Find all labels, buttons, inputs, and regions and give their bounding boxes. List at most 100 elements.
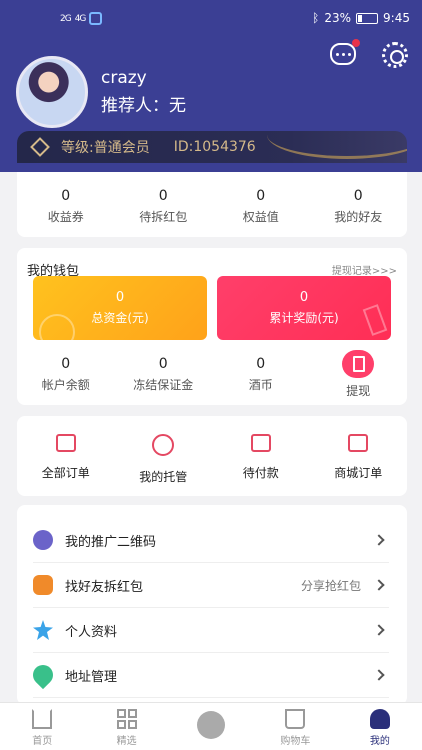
chevron-right-icon	[373, 579, 385, 591]
tab-center[interactable]	[169, 703, 253, 750]
frozen-deposit[interactable]: 0 冻结保证金	[115, 356, 213, 399]
chevron-right-icon	[373, 669, 385, 681]
menu-item-qr-code[interactable]: 我的推广二维码	[33, 518, 389, 563]
total-reward-tile[interactable]: 0 累计奖励(元)	[217, 276, 391, 340]
clock: 9:45	[383, 11, 410, 25]
my-custody-button[interactable]: 我的托管	[115, 416, 213, 496]
total-reward-value: 0	[299, 290, 309, 305]
stat-label: 我的好友	[334, 210, 383, 224]
wallet-card: 我的钱包 提现记录>>> 0 总资金(元) 0 累计奖励(元) 0 帐户余额 0…	[17, 248, 407, 405]
total-funds-value: 0	[115, 290, 125, 305]
account-balance[interactable]: 0 帐户余额	[17, 356, 115, 399]
all-orders-icon	[55, 434, 76, 452]
home-icon	[32, 709, 53, 729]
mall-order-icon	[348, 434, 369, 452]
stat-label: 收益券	[47, 210, 84, 224]
frozen-value: 0	[158, 356, 168, 372]
member-level-bar: 等级:普通会员 ID:1054376	[17, 131, 407, 163]
menu-item-address[interactable]: 地址管理	[28, 653, 389, 698]
chevron-right-icon	[373, 624, 385, 636]
tab-label: 精选	[116, 736, 137, 747]
pending-payment-button[interactable]: 待付款	[212, 416, 310, 496]
tab-home[interactable]: 首页	[0, 703, 84, 750]
bottom-tab-bar: 首页 精选 购物车 我的	[0, 702, 422, 750]
stat-equity[interactable]: 0 权益值	[212, 172, 310, 237]
chat-bubble-icon	[33, 575, 53, 595]
stat-pending-red-packets[interactable]: 0 待拆红包	[115, 172, 213, 237]
member-id: ID:1054376	[173, 139, 256, 155]
unread-dot	[352, 39, 360, 47]
tab-label: 我的	[369, 736, 390, 747]
grid-icon	[116, 709, 137, 729]
signal-2g: 2G	[60, 13, 72, 24]
user-icon	[369, 709, 390, 729]
battery-percent: 23%	[324, 11, 352, 25]
wine-coins-label: 酒币	[248, 378, 273, 392]
tab-cart[interactable]: 购物车	[253, 703, 337, 750]
status-right: ᛒ 23% 9:45	[312, 11, 410, 25]
stat-value: 0	[158, 188, 168, 204]
stat-value: 0	[61, 188, 71, 204]
stat-friends[interactable]: 0 我的好友	[310, 172, 408, 237]
pending-payment-icon	[250, 434, 271, 452]
member-level: 等级:普通会员	[61, 140, 150, 156]
all-orders-button[interactable]: 全部订单	[17, 416, 115, 496]
withdraw-icon	[342, 350, 375, 378]
stat-value: 0	[256, 188, 266, 204]
username: crazy	[101, 68, 147, 88]
menu-card: 我的推广二维码 找好友拆红包 分享抢红包 个人资料 地址管理	[17, 505, 407, 705]
message-icon[interactable]	[330, 43, 356, 65]
gold-swoosh-decoration	[267, 131, 407, 159]
stat-label: 待拆红包	[139, 210, 188, 224]
stat-income-coupons[interactable]: 0 收益券	[17, 172, 115, 237]
mall-orders-button[interactable]: 商城订单	[310, 416, 408, 496]
withdraw-button[interactable]: 提现	[310, 350, 408, 399]
profile-header: 2G 4G ᛒ 23% 9:45 crazy 推荐人：无 等级:普通会员 ID:…	[0, 0, 422, 172]
star-icon	[33, 620, 53, 640]
tab-label: 首页	[32, 736, 53, 747]
order-label: 商城订单	[334, 466, 383, 480]
balance-value: 0	[61, 356, 71, 372]
shopping-cart-icon	[285, 709, 306, 729]
diamond-icon	[30, 137, 50, 157]
order-label: 待付款	[242, 466, 279, 480]
menu-item-profile[interactable]: 个人资料	[33, 608, 389, 653]
location-pin-icon	[28, 660, 58, 690]
order-label: 我的托管	[139, 470, 188, 484]
tab-featured[interactable]: 精选	[84, 703, 168, 750]
total-funds-tile[interactable]: 0 总资金(元)	[33, 276, 207, 340]
referrer: 推荐人：无	[101, 96, 186, 116]
wallet-balances: 0 帐户余额 0 冻结保证金 0 酒币 提现	[17, 350, 408, 399]
status-left: 2G 4G	[60, 12, 103, 25]
gear-icon[interactable]	[382, 42, 408, 68]
status-bar: 2G 4G ᛒ 23% 9:45	[0, 0, 422, 38]
stat-value: 0	[353, 188, 363, 204]
signal-4g: 4G	[74, 13, 87, 24]
tab-label: 购物车	[280, 736, 311, 747]
battery-icon	[356, 12, 379, 24]
menu-extra: 分享抢红包	[300, 578, 361, 593]
stats-card: 0 收益券 0 待拆红包 0 权益值 0 我的好友	[17, 172, 407, 237]
stat-label: 权益值	[242, 210, 279, 224]
menu-item-friend-red-packet[interactable]: 找好友拆红包 分享抢红包	[33, 563, 389, 608]
wine-coins-value: 0	[256, 356, 266, 372]
menu-label: 找好友拆红包	[65, 579, 144, 595]
bluetooth-icon: ᛒ	[312, 11, 320, 25]
app-notification-icon	[89, 12, 103, 25]
wine-coins[interactable]: 0 酒币	[212, 356, 310, 399]
custody-icon	[152, 434, 175, 456]
menu-label: 地址管理	[65, 669, 118, 685]
menu-label: 个人资料	[65, 624, 118, 640]
center-logo-icon	[197, 711, 226, 739]
frozen-label: 冻结保证金	[133, 378, 194, 392]
withdraw-record-link[interactable]: 提现记录>>>	[332, 262, 397, 277]
share-icon	[33, 530, 53, 550]
avatar[interactable]	[16, 56, 88, 128]
tab-me[interactable]: 我的	[338, 703, 422, 750]
withdraw-label: 提现	[346, 384, 371, 398]
balance-label: 帐户余额	[41, 378, 90, 392]
orders-card: 全部订单 我的托管 待付款 商城订单	[17, 416, 407, 496]
order-label: 全部订单	[41, 466, 90, 480]
chevron-right-icon	[373, 534, 385, 546]
menu-label: 我的推广二维码	[65, 534, 157, 550]
